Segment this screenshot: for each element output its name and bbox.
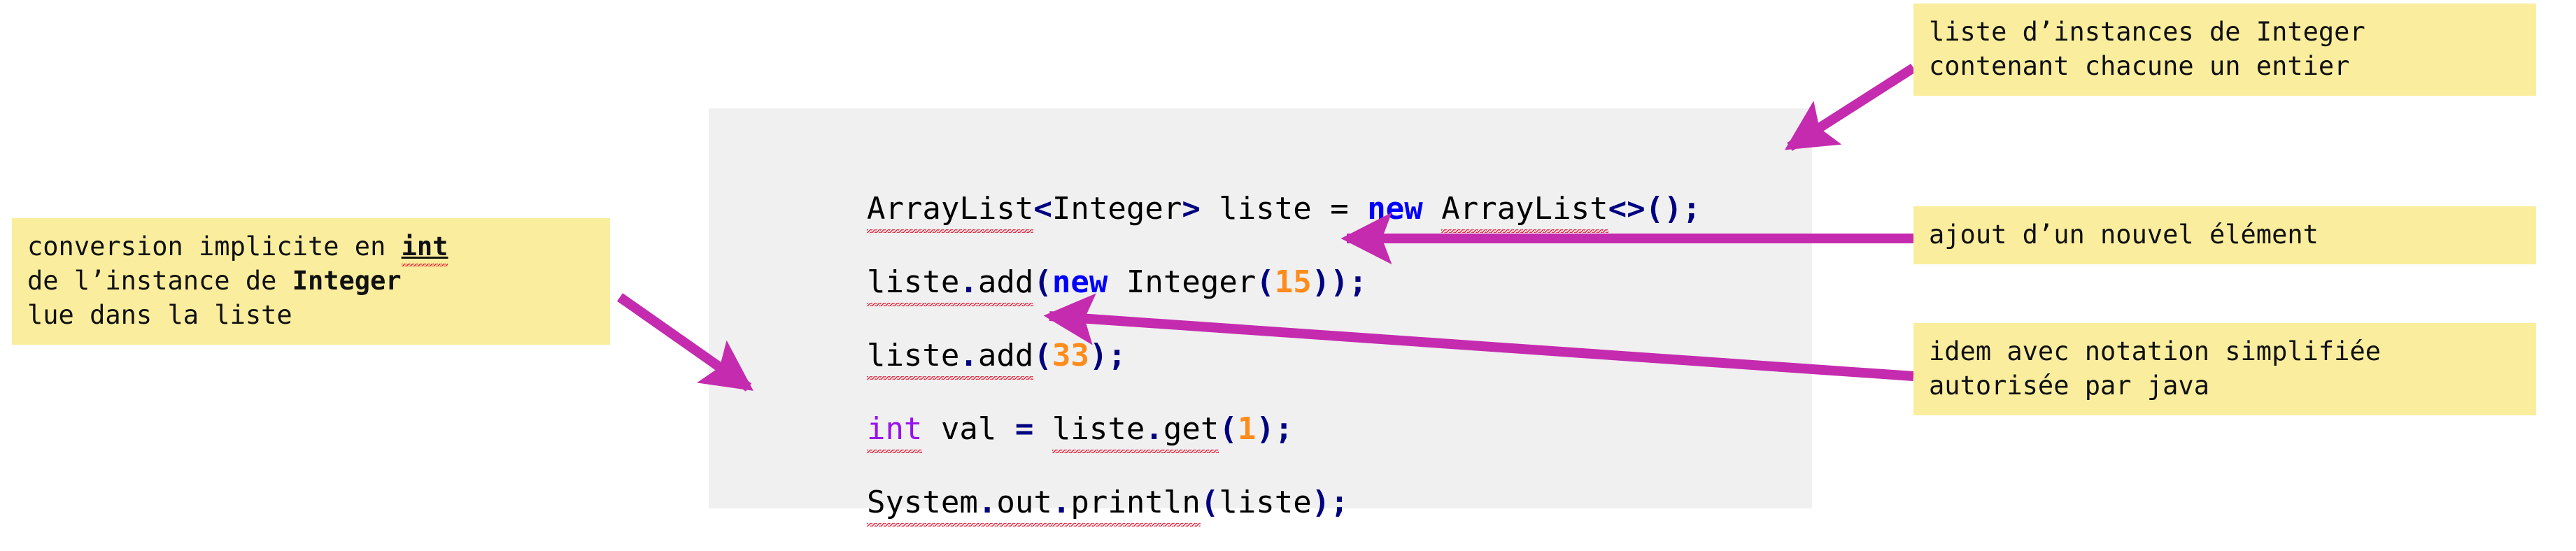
- code-token: liste: [866, 264, 960, 300]
- code-number: 1: [1237, 411, 1257, 447]
- code-keyword-int: int: [866, 411, 923, 447]
- annotation-note-liste-instances: liste d’instances de Integer contenant ch…: [1913, 3, 2536, 96]
- code-token: (: [1256, 264, 1275, 300]
- code-token: Integer: [1107, 264, 1257, 300]
- code-token: add: [977, 264, 1034, 300]
- code-token: add: [977, 338, 1034, 373]
- code-token: (: [1033, 338, 1052, 373]
- code-token: liste: [1219, 485, 1312, 520]
- code-line-5: System.out.println(liste);: [756, 457, 1349, 549]
- note-text-segment: lue dans la liste: [27, 300, 292, 330]
- code-number: 33: [1052, 338, 1089, 373]
- code-token: <>();: [1608, 191, 1701, 227]
- code-token: (: [1200, 485, 1219, 520]
- code-token: System: [866, 485, 978, 520]
- slide-canvas: ArrayList<Integer> liste = new ArrayList…: [0, 0, 2576, 519]
- code-token: liste =: [1200, 191, 1368, 227]
- code-token: >: [1182, 191, 1201, 227]
- code-token: get: [1163, 411, 1219, 447]
- note-emphasis-int: int: [401, 231, 448, 262]
- annotation-note-idem: idem avec notation simplifiée autorisée p…: [1913, 323, 2536, 415]
- code-token: <: [1033, 191, 1052, 227]
- annotation-note-ajout: ajout d’un nouvel élément: [1913, 206, 2536, 264]
- code-token: .: [959, 338, 978, 373]
- note-text-line: autorisée par java: [1929, 371, 2209, 401]
- code-token: val: [922, 411, 1015, 447]
- code-token: ));: [1311, 264, 1368, 300]
- code-token: println: [1070, 485, 1201, 520]
- code-keyword-new: new: [1052, 264, 1108, 300]
- note-text-line: ajout d’un nouvel élément: [1929, 220, 2319, 250]
- code-token: .: [977, 485, 997, 520]
- code-token: );: [1089, 338, 1126, 373]
- annotation-note-conversion: conversion implicite en int de l’instance…: [12, 218, 610, 345]
- code-token: .: [1145, 411, 1163, 447]
- code-token: Integer: [1052, 191, 1182, 227]
- code-token: liste: [866, 338, 960, 373]
- note-text-segment: de l’instance de: [27, 266, 292, 296]
- note-text-segment: conversion implicite en: [27, 231, 402, 262]
- code-number: 15: [1274, 264, 1312, 300]
- code-token: (: [1033, 264, 1052, 300]
- code-token: (: [1219, 411, 1238, 447]
- note-text-line: contenant chacune un entier: [1929, 51, 2350, 81]
- code-token: ArrayList: [866, 191, 1034, 227]
- note-text-line: liste d’instances de Integer: [1929, 17, 2365, 47]
- code-token: );: [1311, 485, 1349, 520]
- code-block: ArrayList<Integer> liste = new ArrayList…: [709, 108, 1812, 518]
- code-token: out: [996, 485, 1052, 520]
- code-token: liste: [1052, 411, 1145, 447]
- code-token: .: [959, 264, 978, 300]
- note-text-line: idem avec notation simplifiée: [1929, 336, 2382, 366]
- code-token: ArrayList: [1441, 191, 1608, 227]
- code-keyword-new: new: [1367, 191, 1423, 227]
- code-token: =: [1014, 411, 1034, 447]
- code-token: .: [1052, 485, 1071, 520]
- note-emphasis-integer: Integer: [292, 266, 402, 296]
- code-token: );: [1256, 411, 1294, 447]
